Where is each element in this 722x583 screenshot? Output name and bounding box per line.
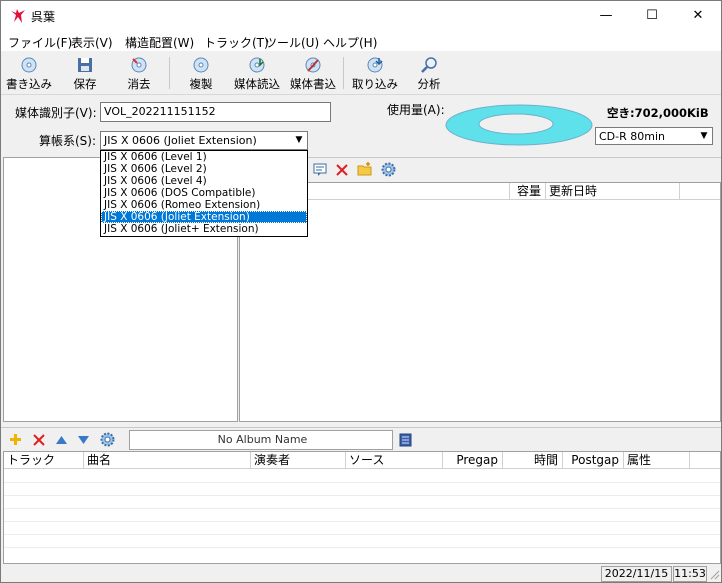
- filesystem-selected-value: JIS X 0606 (Joliet Extension): [104, 134, 257, 147]
- filesystem-dropdown-list[interactable]: JIS X 0606 (Level 1) JIS X 0606 (Level 2…: [100, 150, 308, 237]
- dropdown-option-selected[interactable]: JIS X 0606 (Joliet Extension): [101, 211, 307, 223]
- row-gridline: [4, 534, 720, 535]
- menu-help[interactable]: ヘルプ(H): [323, 34, 377, 51]
- usage-label: 使用量(A):: [387, 103, 445, 117]
- delete-icon[interactable]: [336, 164, 348, 176]
- menu-track[interactable]: トラック(T): [204, 34, 269, 51]
- minimize-button[interactable]: —: [583, 1, 629, 31]
- column-header-title[interactable]: 曲名: [84, 452, 251, 469]
- track-toolbar: No Album Name: [1, 427, 721, 452]
- toolbar-separator: [169, 57, 170, 89]
- new-folder-icon[interactable]: [357, 161, 373, 177]
- disc-copy-icon: [193, 57, 209, 73]
- menu-view[interactable]: 表示(V): [71, 34, 113, 51]
- column-header-time[interactable]: 時間: [503, 452, 563, 469]
- menu-structure[interactable]: 構造配置(W): [125, 34, 194, 51]
- free-space-label: 空き:702,000KiB: [607, 106, 709, 120]
- column-header-extra: [690, 452, 720, 469]
- volume-id-label: 媒体識別子(V):: [15, 106, 97, 120]
- column-header-source[interactable]: ソース: [346, 452, 443, 469]
- properties-icon[interactable]: [313, 163, 327, 177]
- dropdown-option[interactable]: JIS X 0606 (Level 1): [101, 151, 307, 163]
- settings-gear-icon[interactable]: [381, 162, 396, 177]
- menu-bar: ファイル(F) 表示(V) 構造配置(W) トラック(T) ツール(U) ヘルプ…: [1, 31, 721, 51]
- album-name-input[interactable]: No Album Name: [129, 430, 393, 450]
- column-header-track[interactable]: トラック: [4, 452, 84, 469]
- read-media-button[interactable]: 媒体読込: [229, 54, 285, 92]
- menu-file[interactable]: ファイル(F): [8, 34, 72, 51]
- album-info-icon[interactable]: [399, 433, 412, 447]
- file-panel-toolbar: [239, 157, 721, 183]
- toolbar-separator: [343, 57, 344, 89]
- dropdown-option[interactable]: JIS X 0606 (Level 4): [101, 175, 307, 187]
- media-type-select[interactable]: CD-R 80min ▼: [595, 127, 713, 145]
- close-button[interactable]: ✕: [675, 1, 721, 31]
- disc-read-icon: [249, 57, 265, 73]
- chevron-down-icon[interactable]: ▼: [291, 132, 307, 149]
- filesystem-select[interactable]: JIS X 0606 (Joliet Extension) ▼: [100, 131, 308, 150]
- row-gridline: [4, 521, 720, 522]
- disc-usage-graphic: [445, 104, 593, 146]
- status-time: 11:53: [673, 566, 707, 582]
- track-settings-gear-icon[interactable]: [100, 432, 115, 447]
- add-track-icon[interactable]: [9, 433, 22, 446]
- write-media-button[interactable]: 媒体書込: [285, 54, 341, 92]
- file-list-panel[interactable]: 容量 更新日時: [239, 182, 721, 422]
- track-list-panel[interactable]: トラック 曲名 演奏者 ソース Pregap 時間 Postgap 属性: [3, 451, 721, 564]
- disc-burn-icon: [305, 57, 321, 73]
- floppy-icon: [78, 58, 92, 72]
- dropdown-option[interactable]: JIS X 0606 (Joliet+ Extension): [101, 223, 307, 235]
- title-bar: 呉葉 — ☐ ✕: [1, 1, 721, 31]
- resize-grip-icon[interactable]: [708, 568, 720, 580]
- volume-id-input[interactable]: VOL_202211151152: [100, 102, 331, 122]
- move-down-icon[interactable]: [78, 436, 89, 444]
- disc-write-icon: [21, 57, 37, 73]
- maximize-button[interactable]: ☐: [629, 1, 675, 31]
- row-gridline: [4, 495, 720, 496]
- row-gridline: [4, 547, 720, 548]
- row-gridline: [4, 508, 720, 509]
- media-type-value: CD-R 80min: [599, 130, 665, 143]
- column-header-postgap[interactable]: Postgap: [563, 452, 624, 469]
- app-icon: [11, 9, 25, 23]
- column-header-modified[interactable]: 更新日時: [546, 183, 680, 200]
- write-button[interactable]: 書き込み: [1, 54, 57, 92]
- disc-erase-icon: [131, 57, 147, 73]
- save-button[interactable]: 保存: [57, 54, 113, 92]
- dropdown-option[interactable]: JIS X 0606 (DOS Compatible): [101, 187, 307, 199]
- magnifier-icon: [421, 57, 437, 73]
- move-up-icon[interactable]: [56, 436, 67, 444]
- column-header-extra: [680, 183, 720, 200]
- row-gridline: [4, 482, 720, 483]
- column-header-pregap[interactable]: Pregap: [443, 452, 503, 469]
- status-date: 2022/11/15: [601, 566, 672, 582]
- filesystem-label: 算帳系(S):: [39, 134, 97, 148]
- analyze-button[interactable]: 分析: [401, 54, 457, 92]
- chevron-down-icon[interactable]: ▼: [696, 128, 712, 144]
- import-button[interactable]: 取り込み: [347, 54, 403, 92]
- menu-tools[interactable]: ツール(U): [265, 34, 319, 51]
- toolbar: 書き込み 保存 消去 複製 媒体読込 媒体書込 取り込み 分析: [1, 52, 721, 95]
- column-header-attributes[interactable]: 属性: [624, 452, 690, 469]
- dropdown-option[interactable]: JIS X 0606 (Romeo Extension): [101, 199, 307, 211]
- disc-import-icon: [367, 57, 383, 73]
- window-title: 呉葉: [31, 10, 56, 24]
- copy-button[interactable]: 複製: [173, 54, 229, 92]
- column-header-size[interactable]: 容量: [510, 183, 546, 200]
- remove-track-icon[interactable]: [33, 434, 45, 446]
- erase-button[interactable]: 消去: [111, 54, 167, 92]
- column-header-artist[interactable]: 演奏者: [251, 452, 346, 469]
- dropdown-option[interactable]: JIS X 0606 (Level 2): [101, 163, 307, 175]
- app-window: 呉葉 — ☐ ✕ ファイル(F) 表示(V) 構造配置(W) トラック(T) ツ…: [0, 0, 722, 583]
